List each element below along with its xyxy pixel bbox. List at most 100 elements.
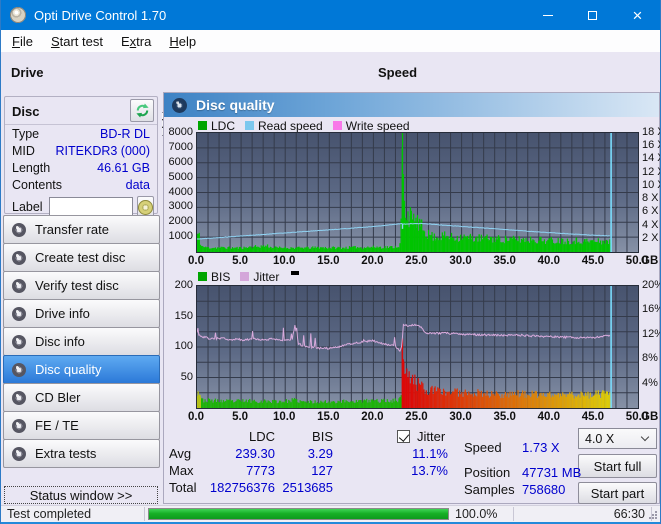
drive-label: Drive <box>11 65 44 80</box>
ldc-chart-legend: LDC Read speed Write speed <box>198 118 410 133</box>
sidebar-item-label: Verify test disc <box>35 278 119 293</box>
progress-bar <box>148 508 449 520</box>
sidebar-item-extra-tests[interactable]: Extra tests <box>3 439 160 468</box>
sidebar-item-cd-bler[interactable]: CD Bler <box>3 383 160 412</box>
y-left-tick: 1000 <box>168 230 193 243</box>
sidebar-item-drive-info[interactable]: Drive info <box>3 299 160 328</box>
status-text: Test completed <box>7 507 92 521</box>
stat-bis-avg: 3.29 <box>307 446 333 461</box>
sidebar-item-transfer-rate[interactable]: Transfer rate <box>3 215 160 244</box>
stat-info-value-speed: 1.73 X <box>522 440 560 455</box>
x-tick: 0.0 <box>188 411 204 423</box>
legend-label: LDC <box>211 118 236 133</box>
jitter-checkbox-label: Jitter <box>417 429 446 444</box>
x-tick: 30.0 <box>449 255 472 267</box>
info-value: 46.61 GB <box>97 160 150 175</box>
x-tick: 10.0 <box>272 255 296 267</box>
sidebar-item-disc-info[interactable]: Disc info <box>3 327 160 356</box>
x-axis-unit: GB <box>641 255 659 267</box>
stat-info-label-samples: Samples <box>464 482 515 497</box>
sidebar-item-label: Create test disc <box>35 250 126 265</box>
label-input[interactable] <box>48 197 133 217</box>
maximize-icon <box>588 10 597 20</box>
menu-help[interactable]: Help <box>160 32 205 51</box>
resize-grip[interactable] <box>648 510 658 520</box>
titlebar: Opti Drive Control 1.70 × <box>1 0 660 30</box>
sidebar-item-disc-quality[interactable]: Disc quality <box>3 355 160 384</box>
jitter-checkbox[interactable] <box>397 430 410 443</box>
x-tick: 25.0 <box>405 411 428 423</box>
y-right-tick: 16% <box>642 303 660 316</box>
bis-jitter-chart-legend: BIS Jitter <box>198 269 300 284</box>
x-axis-unit: GB <box>641 411 659 423</box>
label-caption: Label <box>12 200 43 214</box>
y-left-tick: 50 <box>180 370 193 383</box>
close-button[interactable]: × <box>615 0 660 30</box>
disc-icon <box>172 97 187 113</box>
disc-icon <box>12 222 26 237</box>
info-value: data <box>125 177 150 192</box>
close-icon: × <box>632 5 643 25</box>
status-window-button[interactable]: Status window >> <box>4 486 158 504</box>
stats-area: 4.0 X Start full Start part LDC BIS Jitter… <box>164 426 660 505</box>
info-label: Contents <box>12 177 63 192</box>
y-left-tick: 2000 <box>168 215 193 228</box>
sidebar-item-label: FE / TE <box>35 418 79 433</box>
sidebar-item-label: CD Bler <box>35 390 81 405</box>
bis-jitter-chart: BIS Jitter 50 100 150 200 4% 8% 12% 16% 20% 0.0 5.0… <box>164 269 660 427</box>
bis-jitter-plot-area <box>196 285 639 409</box>
stat-row-label: Max <box>169 463 194 478</box>
y-right-tick: 8% <box>642 352 658 365</box>
legend-extra-mark <box>291 271 300 275</box>
stat-bis-total: 2513685 <box>282 480 333 495</box>
sidebar: Disc Type BD-R DL MID RITEKDR3 (000) Length 4… <box>1 92 162 505</box>
elapsed-time: 66:30 <box>613 507 645 521</box>
legend-read-speed: Read speed <box>245 119 323 133</box>
y-right-tick: 4% <box>642 376 658 389</box>
app-icon <box>10 7 26 23</box>
y-right-tick: 14 X <box>642 152 660 165</box>
sidebar-item-fe-te[interactable]: FE / TE <box>3 411 160 440</box>
app-window: Opti Drive Control 1.70 × File Start test… <box>0 0 661 524</box>
y-right-tick: 10 X <box>642 178 660 191</box>
stat-info-value-position: 47731 MB <box>522 465 582 480</box>
stat-row-label: Avg <box>169 446 192 461</box>
x-tick: 5.0 <box>232 411 249 423</box>
x-tick: 30.0 <box>449 411 472 423</box>
sidebar-item-label: Drive info <box>35 306 90 321</box>
menu-extra[interactable]: Extra <box>112 32 160 51</box>
legend-label: Jitter <box>253 269 280 284</box>
y-left-tick: 100 <box>174 340 193 352</box>
sidebar-item-label: Transfer rate <box>35 222 109 237</box>
minimize-button[interactable] <box>525 0 570 30</box>
stat-info-label-speed: Speed <box>464 440 502 455</box>
disc-refresh-button[interactable] <box>130 99 154 122</box>
statusbar: Test completed 100.0% 66:30 <box>1 505 660 522</box>
sidebar-item-verify-test-disc[interactable]: Verify test disc <box>3 271 160 300</box>
stat-info-value-samples: 758680 <box>522 482 566 497</box>
stat-jitter-avg: 11.1% <box>412 446 448 461</box>
disc-icon <box>12 418 26 433</box>
panel-title: Disc quality <box>196 97 275 113</box>
sidebar-item-label: Disc quality <box>35 362 102 377</box>
disc-info-row-contents: Contents data <box>5 176 157 193</box>
y-left-tick: 6000 <box>168 155 193 168</box>
speed-label: Speed <box>378 65 418 80</box>
legend-write-speed: Write speed <box>332 119 410 133</box>
x-tick: 25.0 <box>405 255 428 267</box>
x-tick: 35.0 <box>493 255 516 267</box>
x-tick: 0.0 <box>188 255 204 267</box>
sidebar-item-create-test-disc[interactable]: Create test disc <box>3 243 160 272</box>
maximize-button[interactable] <box>570 0 615 30</box>
menu-file[interactable]: File <box>3 32 42 51</box>
stat-col-bis: BIS <box>312 429 333 444</box>
progress-percent: 100.0% <box>455 507 498 521</box>
info-value: RITEKDR3 (000) <box>55 143 150 158</box>
menu-start-test[interactable]: Start test <box>42 32 112 51</box>
disc-icon <box>137 199 153 215</box>
stat-bis-max: 127 <box>311 463 333 478</box>
progress-fill <box>149 509 448 519</box>
ldc-plot-area <box>196 132 639 253</box>
y-right-tick: 2 X <box>642 231 659 244</box>
x-tick: 10.0 <box>272 411 296 423</box>
